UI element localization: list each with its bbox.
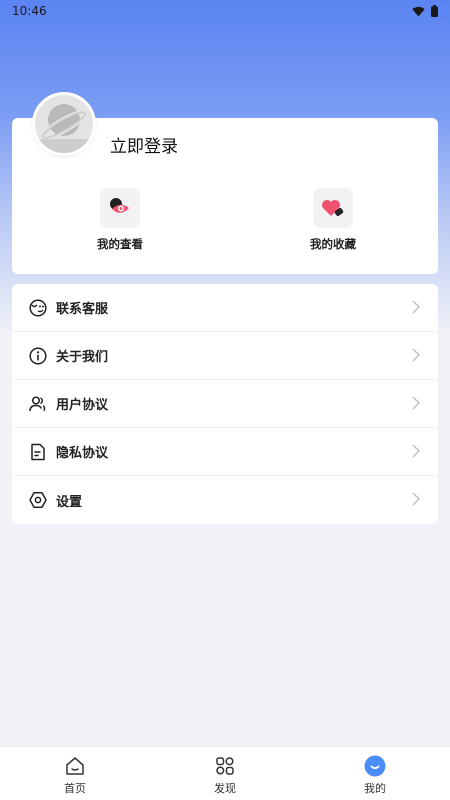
my-views-label: 我的查看 — [97, 237, 143, 251]
discover-grid-icon — [214, 755, 236, 777]
info-icon — [28, 346, 48, 366]
menu-item-privacy-policy[interactable]: 隐私协议 — [12, 428, 438, 476]
menu-item-label: 设置 — [56, 494, 83, 510]
tab-mine[interactable]: 我的 — [300, 747, 450, 800]
chevron-right-icon — [412, 300, 420, 314]
menu-item-about-us[interactable]: 关于我们 — [12, 332, 438, 380]
menu-item-label: 用户协议 — [56, 398, 109, 413]
chevron-right-icon — [412, 396, 420, 410]
menu-item-label: 关于我们 — [56, 350, 109, 365]
my-views-button[interactable]: 我的查看 — [70, 188, 170, 252]
document-icon — [28, 442, 48, 462]
battery-icon — [431, 5, 438, 17]
settings-hexagon-icon — [28, 490, 48, 510]
wifi-icon — [412, 6, 425, 16]
chevron-right-icon — [412, 348, 420, 362]
status-bar: 10:46 — [0, 0, 450, 22]
bottom-tab-bar: 首页 发现 我的 — [0, 746, 450, 800]
login-link[interactable]: 立即登录 — [110, 132, 178, 157]
users-icon — [28, 394, 48, 414]
tab-discover[interactable]: 发现 — [150, 747, 300, 800]
mine-smile-icon — [364, 755, 386, 777]
default-avatar-icon — [35, 95, 93, 153]
customer-service-icon — [28, 298, 48, 318]
menu-list: 联系客服 关于我们 用户协议 隐私协议 设置 — [12, 284, 438, 524]
view-history-icon — [100, 188, 140, 228]
menu-item-settings[interactable]: 设置 — [12, 476, 438, 524]
menu-item-label: 隐私协议 — [56, 446, 109, 461]
avatar[interactable] — [32, 92, 96, 156]
tab-label: 发现 — [214, 782, 236, 795]
menu-item-label: 联系客服 — [56, 302, 109, 317]
status-time: 10:46 — [12, 4, 47, 18]
tab-label: 我的 — [364, 782, 386, 795]
status-icons — [412, 5, 438, 17]
menu-item-contact-service[interactable]: 联系客服 — [12, 284, 438, 332]
menu-item-user-agreement[interactable]: 用户协议 — [12, 380, 438, 428]
my-favorites-label: 我的收藏 — [310, 237, 356, 251]
chevron-right-icon — [412, 492, 420, 506]
tab-home[interactable]: 首页 — [0, 747, 150, 800]
tab-label: 首页 — [64, 782, 86, 795]
home-icon — [64, 755, 86, 777]
favorites-heart-icon — [313, 188, 353, 228]
chevron-right-icon — [412, 444, 420, 458]
my-favorites-button[interactable]: 我的收藏 — [283, 188, 383, 252]
